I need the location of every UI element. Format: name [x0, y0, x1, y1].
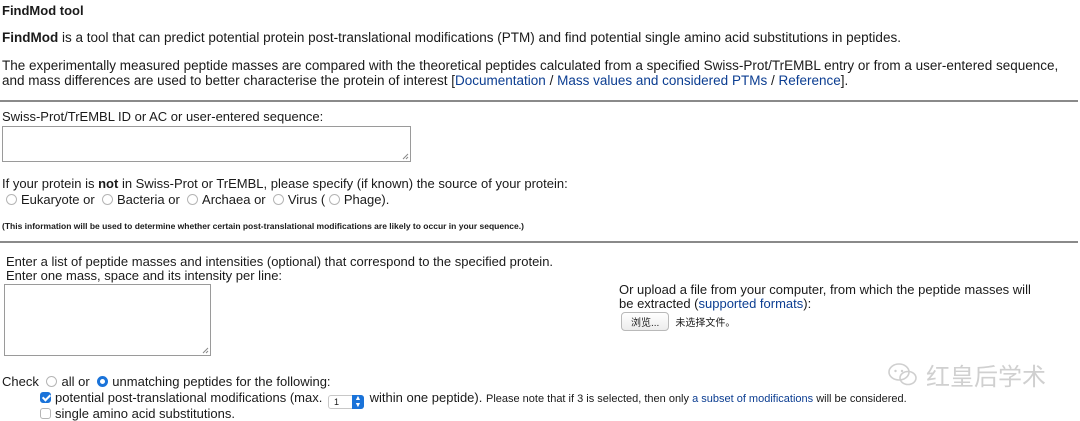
source-label: If your protein is not in Swiss-Prot or … [2, 176, 568, 191]
source-note: (This information will be used to determ… [2, 221, 524, 231]
radio-virus[interactable] [272, 194, 284, 205]
ptm-note: Please note that if 3 is selected, then … [486, 393, 907, 405]
check-label: Check [2, 374, 39, 389]
radio-phage[interactable] [328, 194, 340, 205]
description-text: The experimentally measured peptide mass… [2, 58, 1072, 88]
substitution-label: single amino acid substitutions. [55, 406, 235, 421]
ptm-label: potential post-translational modificatio… [55, 390, 323, 405]
radio-archaea[interactable] [187, 194, 199, 205]
source-label-bold: not [98, 176, 119, 191]
source-eukaryote-label: Eukaryote or [21, 192, 95, 207]
ptm-max-value: 1 [333, 397, 339, 407]
source-archaea[interactable]: Archaea or [187, 192, 266, 207]
subset-modifications-link[interactable]: a subset of modifications [692, 393, 813, 405]
intro-rest: is a tool that can predict potential pro… [58, 30, 901, 45]
radio-check-all[interactable] [46, 376, 58, 387]
source-phage-label: Phage). [343, 192, 390, 207]
ptm-note-post: will be considered. [813, 393, 907, 405]
page-title: FindMod tool [2, 3, 84, 18]
wechat-icon [888, 363, 918, 386]
check-row: Check all or unmatching peptides for the… [2, 374, 331, 389]
source-label-post: in Swiss-Prot or TrEMBL, please specify … [118, 176, 568, 191]
upload-label-line2: be extracted (supported formats): [619, 296, 811, 311]
masses-input[interactable] [4, 284, 211, 356]
intro-bold: FindMod [2, 30, 59, 45]
radio-check-unmatching[interactable] [97, 376, 109, 387]
check-unmatching-label: unmatching peptides for the following: [112, 374, 331, 389]
select-arrows-icon[interactable]: ▲ ▼ [351, 395, 364, 409]
substitution-checkbox[interactable] [40, 408, 51, 419]
source-virus[interactable]: Virus ( [272, 192, 326, 207]
upload-label-pre: be extracted ( [619, 296, 699, 311]
link-separator: / [767, 72, 779, 88]
file-input[interactable]: 浏览... 未选择文件。 [621, 312, 735, 331]
source-bacteria-label: Bacteria or [116, 192, 180, 207]
sequence-input[interactable] [2, 126, 411, 162]
radio-bacteria[interactable] [101, 194, 113, 205]
section-divider [0, 241, 1078, 243]
ptm-post-label: within one peptide). [369, 390, 483, 405]
section-divider [0, 100, 1078, 102]
documentation-link[interactable]: Documentation [455, 73, 546, 88]
source-eukaryote[interactable]: Eukaryote or [6, 192, 95, 207]
link-separator: / [545, 72, 558, 88]
check-all-label: all or [61, 374, 90, 389]
intro-text: FindMod is a tool that can predict poten… [2, 30, 901, 45]
description-end: ]. [840, 72, 849, 88]
masses-sublabel: Enter one mass, space and its intensity … [6, 268, 283, 283]
substitution-row: single amino acid substitutions. [40, 406, 235, 421]
resize-grip-icon[interactable] [401, 152, 409, 160]
source-archaea-label: Archaea or [202, 192, 266, 207]
ptm-max-select[interactable]: 1 ▲ ▼ [327, 395, 364, 409]
resize-grip-icon[interactable] [201, 346, 209, 354]
watermark: 红皇后学术 [888, 357, 1046, 392]
radio-eukaryote[interactable] [6, 194, 17, 205]
source-label-pre: If your protein is [2, 176, 99, 191]
upload-label: Or upload a file from your computer, fro… [619, 282, 1031, 297]
source-virus-label: Virus ( [287, 192, 326, 207]
ptm-note-pre: Please note that if 3 is selected, then … [485, 393, 693, 405]
ptm-checkbox[interactable] [40, 392, 51, 403]
browse-button[interactable]: 浏览... [621, 312, 670, 331]
source-bacteria[interactable]: Bacteria or [101, 192, 180, 207]
masses-label: Enter a list of peptide masses and inten… [6, 254, 554, 269]
watermark-text: 红皇后学术 [926, 363, 1046, 391]
source-options: Eukaryote or Bacteria or Archaea or Viru… [6, 192, 389, 207]
supported-formats-link[interactable]: supported formats [699, 296, 804, 311]
no-file-text: 未选择文件。 [675, 318, 736, 329]
reference-link[interactable]: Reference [778, 73, 840, 88]
source-phage[interactable]: Phage). [328, 192, 390, 207]
upload-label-post: ): [803, 296, 812, 311]
sequence-label: Swiss-Prot/TrEMBL ID or AC or user-enter… [2, 109, 324, 124]
mass-values-link[interactable]: Mass values and considered PTMs [557, 73, 767, 88]
